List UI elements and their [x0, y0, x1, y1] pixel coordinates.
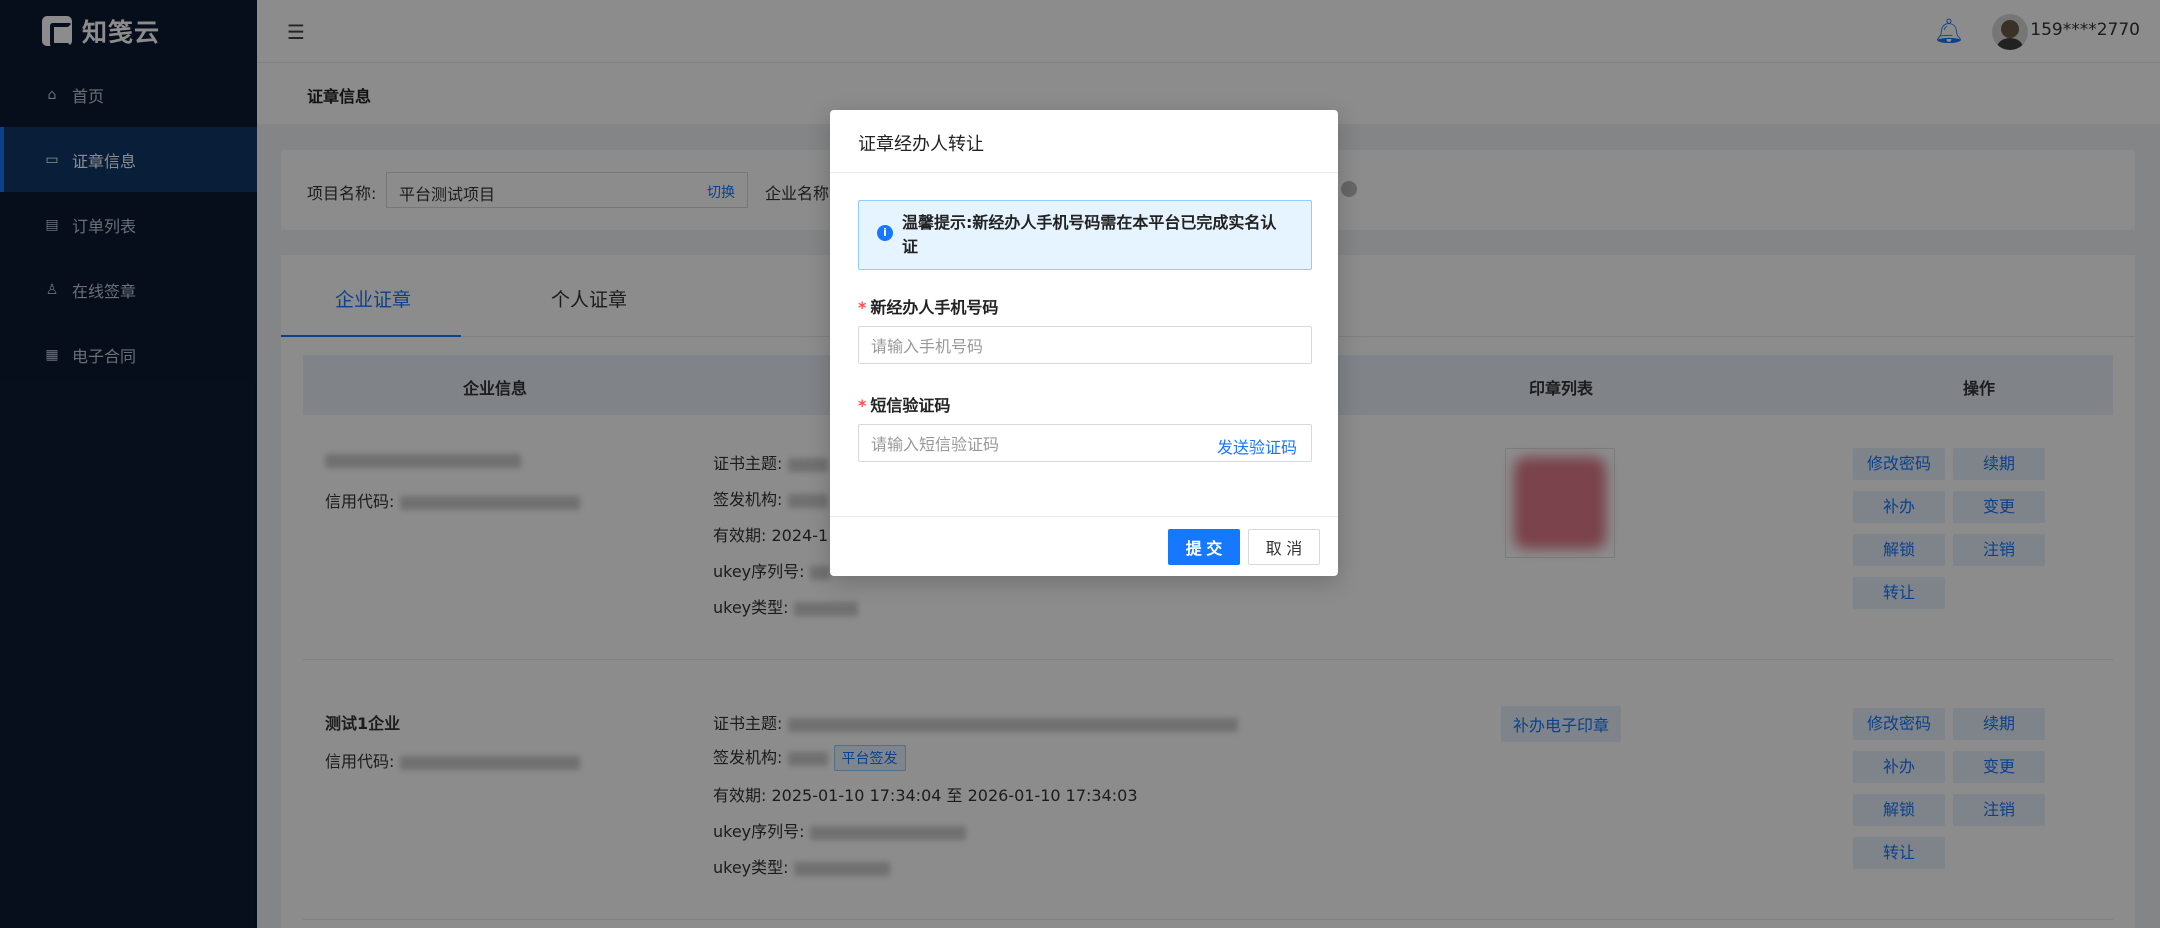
sms-label: * 短信验证码: [858, 396, 951, 415]
phone-label: * 新经办人手机号码: [858, 298, 999, 317]
info-alert: i 温馨提示:新经办人手机号码需在本平台已完成实名认证: [858, 200, 1312, 270]
sms-code-input[interactable]: 请输入短信验证码 发送验证码: [858, 424, 1312, 462]
phone-placeholder: 请输入手机号码: [871, 337, 984, 356]
divider: [830, 516, 1338, 517]
info-icon: i: [877, 225, 893, 241]
phone-input[interactable]: 请输入手机号码: [858, 326, 1312, 364]
alert-text: 温馨提示:新经办人手机号码需在本平台已完成实名认证: [902, 213, 1277, 256]
sms-placeholder: 请输入短信验证码: [871, 435, 1000, 454]
modal-title: 证章经办人转让: [858, 134, 984, 155]
required-mark: *: [858, 298, 867, 317]
submit-button[interactable]: 提 交: [1168, 529, 1240, 565]
cancel-button[interactable]: 取 消: [1248, 529, 1320, 565]
required-mark: *: [858, 396, 867, 415]
send-code-button[interactable]: 发送验证码: [1217, 434, 1297, 458]
divider: [830, 172, 1338, 173]
transfer-modal: 证章经办人转让 i 温馨提示:新经办人手机号码需在本平台已完成实名认证 * 新经办…: [830, 110, 1338, 576]
